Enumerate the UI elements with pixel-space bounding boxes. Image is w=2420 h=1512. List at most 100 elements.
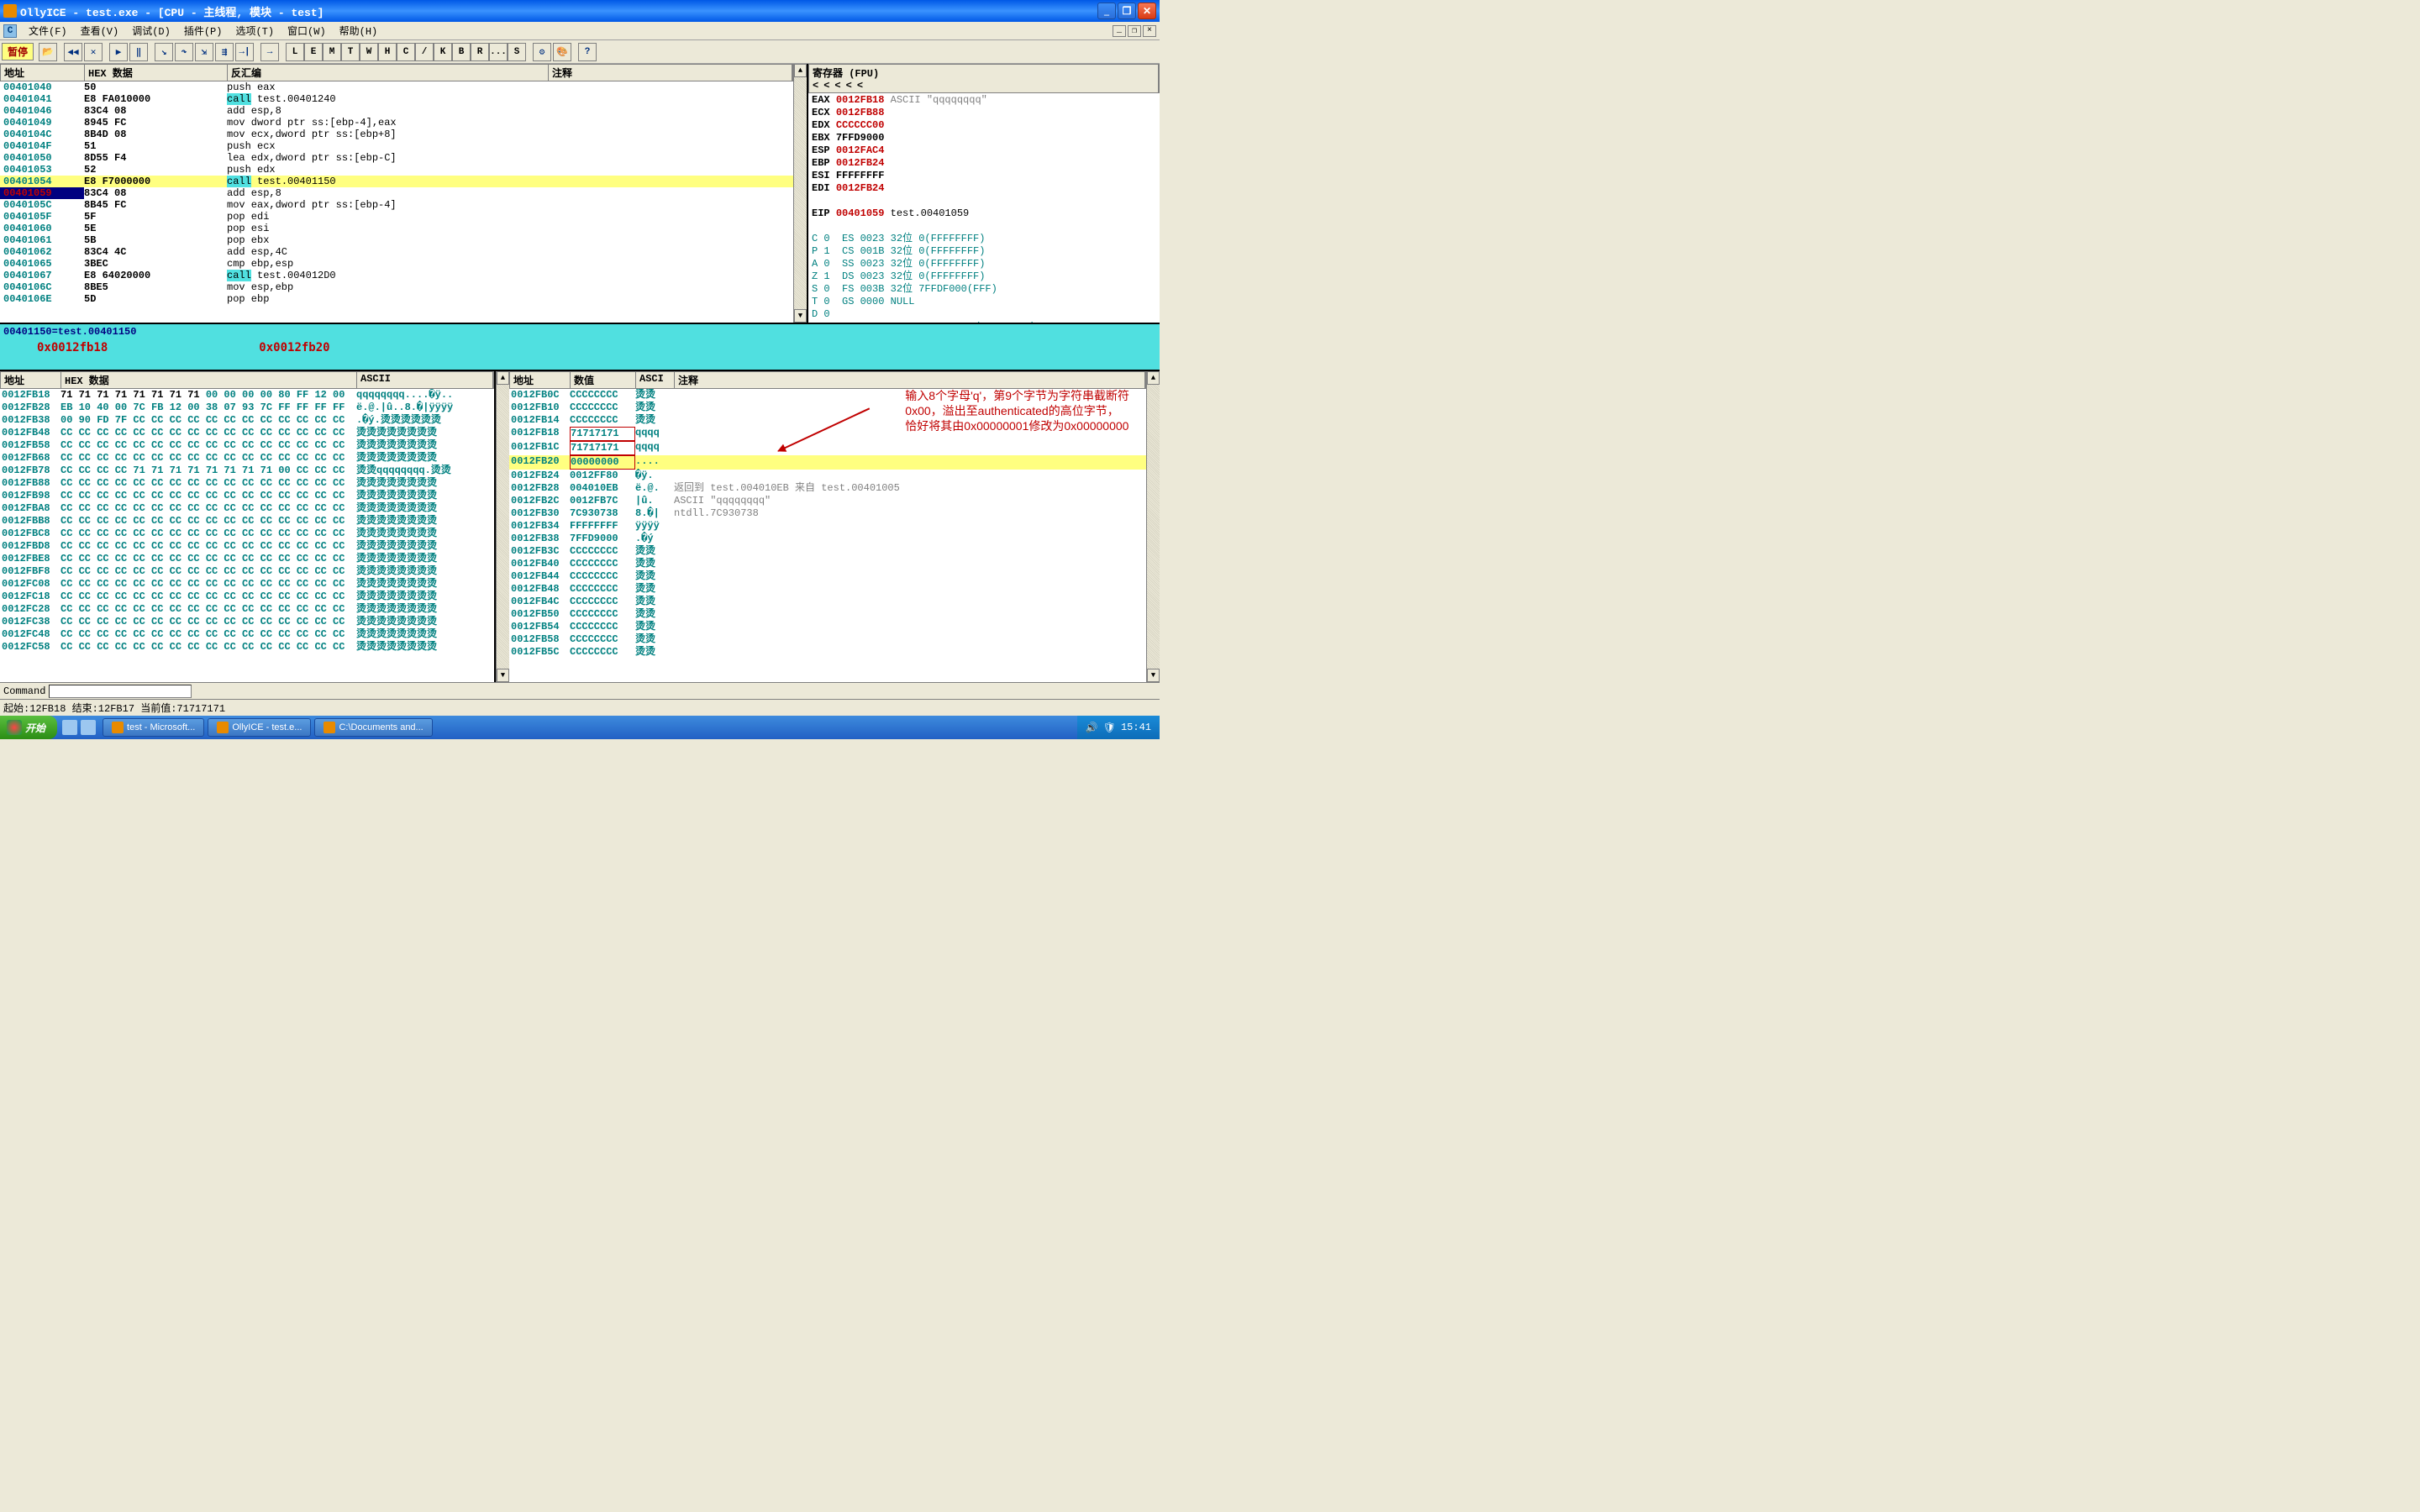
- disasm-scrollbar[interactable]: ▲▼: [793, 64, 807, 323]
- taskbar-task[interactable]: C:\Documents and...: [314, 718, 432, 737]
- disasm-row[interactable]: 004010615Bpop ebx: [0, 234, 793, 246]
- disasm-row[interactable]: 004010498945 FCmov dword ptr ss:[ebp-4],…: [0, 117, 793, 129]
- dump-row[interactable]: 0012FBA8CC CC CC CC CC CC CC CC CC CC CC…: [0, 502, 494, 515]
- menu-item[interactable]: 调试(D): [125, 26, 177, 38]
- appearance-button[interactable]: 🎨: [553, 43, 571, 61]
- pause-button[interactable]: ‖: [129, 43, 148, 61]
- quicklaunch-desktop-icon[interactable]: [81, 720, 96, 735]
- stack-row[interactable]: 0012FB34FFFFFFFFÿÿÿÿ: [509, 520, 1146, 533]
- dump-row[interactable]: 0012FC18CC CC CC CC CC CC CC CC CC CC CC…: [0, 591, 494, 603]
- stack-row[interactable]: 0012FB2C0012FB7C|û.ASCII "qqqqqqqq": [509, 495, 1146, 507]
- disasm-row[interactable]: 0040104683C4 08add esp,8: [0, 105, 793, 117]
- dump-row[interactable]: 0012FB3800 90 FD 7F CC CC CC CC CC CC CC…: [0, 414, 494, 427]
- view-...-button[interactable]: ...: [489, 43, 508, 61]
- stack-row[interactable]: 0012FB3CCCCCCCCC烫烫: [509, 545, 1146, 558]
- dump-row[interactable]: 0012FBE8CC CC CC CC CC CC CC CC CC CC CC…: [0, 553, 494, 565]
- stack-row[interactable]: 0012FB1C71717171qqqq: [509, 441, 1146, 455]
- dump-col-addr[interactable]: 地址: [1, 372, 61, 388]
- options-button[interactable]: ⚙: [533, 43, 551, 61]
- dump-col-hex[interactable]: HEX 数据: [61, 372, 357, 388]
- stack-row[interactable]: 0012FB2000000000....: [509, 455, 1146, 470]
- run-button[interactable]: ▶: [109, 43, 128, 61]
- view-R-button[interactable]: R: [471, 43, 489, 61]
- dump-row[interactable]: 0012FB28EB 10 40 00 7C FB 12 00 38 07 93…: [0, 402, 494, 414]
- disasm-row[interactable]: 0040104050push eax: [0, 81, 793, 93]
- disasm-row[interactable]: 0040105C8B45 FCmov eax,dword ptr ss:[ebp…: [0, 199, 793, 211]
- restart-button[interactable]: ◀◀: [64, 43, 82, 61]
- dump-scrollbar[interactable]: ▲▼: [496, 371, 509, 682]
- view-/-button[interactable]: /: [415, 43, 434, 61]
- disasm-row[interactable]: 0040104C8B4D 08mov ecx,dword ptr ss:[ebp…: [0, 129, 793, 140]
- dump-row[interactable]: 0012FC28CC CC CC CC CC CC CC CC CC CC CC…: [0, 603, 494, 616]
- dump-row[interactable]: 0012FBD8CC CC CC CC CC CC CC CC CC CC CC…: [0, 540, 494, 553]
- stack-row[interactable]: 0012FB387FFD9000.�ý: [509, 533, 1146, 545]
- view-S-button[interactable]: S: [508, 43, 526, 61]
- dump-col-ascii[interactable]: ASCII: [357, 372, 493, 388]
- quicklaunch-ie-icon[interactable]: [62, 720, 77, 735]
- goto-button[interactable]: →: [260, 43, 279, 61]
- disasm-row[interactable]: 004010653BECcmp ebp,esp: [0, 258, 793, 270]
- disasm-row[interactable]: 004010508D55 F4lea edx,dword ptr ss:[ebp…: [0, 152, 793, 164]
- taskbar-task[interactable]: test - Microsoft...: [103, 718, 204, 737]
- dump-row[interactable]: 0012FBC8CC CC CC CC CC CC CC CC CC CC CC…: [0, 528, 494, 540]
- start-button[interactable]: 开始: [0, 716, 57, 739]
- view-B-button[interactable]: B: [452, 43, 471, 61]
- stack-pane[interactable]: 地址 数值 ASCI 注释 0012FB0CCCCCCCCC烫烫0012FB10…: [509, 371, 1146, 682]
- stack-row[interactable]: 0012FB28004010EBë.@.返回到 test.004010EB 来自…: [509, 482, 1146, 495]
- open-button[interactable]: 📂: [39, 43, 57, 61]
- disasm-row[interactable]: 00401054E8 F7000000call test.00401150: [0, 176, 793, 187]
- dump-row[interactable]: 0012FB68CC CC CC CC CC CC CC CC CC CC CC…: [0, 452, 494, 465]
- taskbar-task[interactable]: OllyICE - test.e...: [208, 718, 311, 737]
- mdi-restore-button[interactable]: ❐: [1128, 25, 1141, 37]
- dump-row[interactable]: 0012FBF8CC CC CC CC CC CC CC CC CC CC CC…: [0, 565, 494, 578]
- disasm-row[interactable]: 0040104F51push ecx: [0, 140, 793, 152]
- execute-till-button[interactable]: →|: [235, 43, 254, 61]
- close-prog-button[interactable]: ✕: [84, 43, 103, 61]
- stack-row[interactable]: 0012FB307C9307388.�|ntdll.7C930738: [509, 507, 1146, 520]
- disasm-row[interactable]: 0040105983C4 08add esp,8: [0, 187, 793, 199]
- view-K-button[interactable]: K: [434, 43, 452, 61]
- minimize-button[interactable]: _: [1097, 3, 1116, 19]
- traceinto-button[interactable]: ⇲: [195, 43, 213, 61]
- col-comment[interactable]: 注释: [549, 65, 792, 81]
- dump-row[interactable]: 0012FB1871 71 71 71 71 71 71 71 00 00 00…: [0, 389, 494, 402]
- view-H-button[interactable]: H: [378, 43, 397, 61]
- dump-row[interactable]: 0012FC08CC CC CC CC CC CC CC CC CC CC CC…: [0, 578, 494, 591]
- dump-row[interactable]: 0012FB98CC CC CC CC CC CC CC CC CC CC CC…: [0, 490, 494, 502]
- command-input[interactable]: [49, 685, 192, 698]
- stack-col-addr[interactable]: 地址: [510, 372, 571, 388]
- stack-col-ascii[interactable]: ASCI: [636, 372, 675, 388]
- stack-row[interactable]: 0012FB240012FF80�ÿ.: [509, 470, 1146, 482]
- disasm-row[interactable]: 004010605Epop esi: [0, 223, 793, 234]
- disasm-row[interactable]: 0040105F5Fpop edi: [0, 211, 793, 223]
- disassembly-pane[interactable]: 地址 HEX 数据 反汇编 注释 0040104050push eax00401…: [0, 64, 793, 323]
- dump-row[interactable]: 0012FC58CC CC CC CC CC CC CC CC CC CC CC…: [0, 641, 494, 654]
- disasm-row[interactable]: 00401041E8 FA010000call test.00401240: [0, 93, 793, 105]
- menu-item[interactable]: 帮助(H): [333, 26, 385, 38]
- menu-item[interactable]: 窗口(W): [281, 26, 333, 38]
- dump-row[interactable]: 0012FC48CC CC CC CC CC CC CC CC CC CC CC…: [0, 628, 494, 641]
- disasm-row[interactable]: 0040106E5Dpop ebp: [0, 293, 793, 305]
- stack-row[interactable]: 0012FB48CCCCCCCC烫烫: [509, 583, 1146, 596]
- view-T-button[interactable]: T: [341, 43, 360, 61]
- view-M-button[interactable]: M: [323, 43, 341, 61]
- stack-row[interactable]: 0012FB5CCCCCCCCC烫烫: [509, 646, 1146, 659]
- tray-icon[interactable]: 🔊: [1086, 722, 1098, 734]
- dump-row[interactable]: 0012FC38CC CC CC CC CC CC CC CC CC CC CC…: [0, 616, 494, 628]
- tray-icon[interactable]: 🛡: [1103, 722, 1116, 734]
- menu-item[interactable]: 查看(V): [74, 26, 126, 38]
- close-button[interactable]: ✕: [1138, 3, 1156, 19]
- menu-item[interactable]: 插件(P): [177, 26, 229, 38]
- dump-row[interactable]: 0012FB58CC CC CC CC CC CC CC CC CC CC CC…: [0, 439, 494, 452]
- stack-row[interactable]: 0012FB54CCCCCCCC烫烫: [509, 621, 1146, 633]
- col-hex[interactable]: HEX 数据: [85, 65, 228, 81]
- help-button[interactable]: ?: [578, 43, 597, 61]
- disasm-row[interactable]: 00401067E8 64020000call test.004012D0: [0, 270, 793, 281]
- traceover-button[interactable]: ⇶: [215, 43, 234, 61]
- stack-row[interactable]: 0012FB40CCCCCCCC烫烫: [509, 558, 1146, 570]
- view-L-button[interactable]: L: [286, 43, 304, 61]
- col-disasm[interactable]: 反汇编: [228, 65, 549, 81]
- mdi-minimize-button[interactable]: _: [1113, 25, 1126, 37]
- dump-row[interactable]: 0012FB48CC CC CC CC CC CC CC CC CC CC CC…: [0, 427, 494, 439]
- dump-row[interactable]: 0012FBB8CC CC CC CC CC CC CC CC CC CC CC…: [0, 515, 494, 528]
